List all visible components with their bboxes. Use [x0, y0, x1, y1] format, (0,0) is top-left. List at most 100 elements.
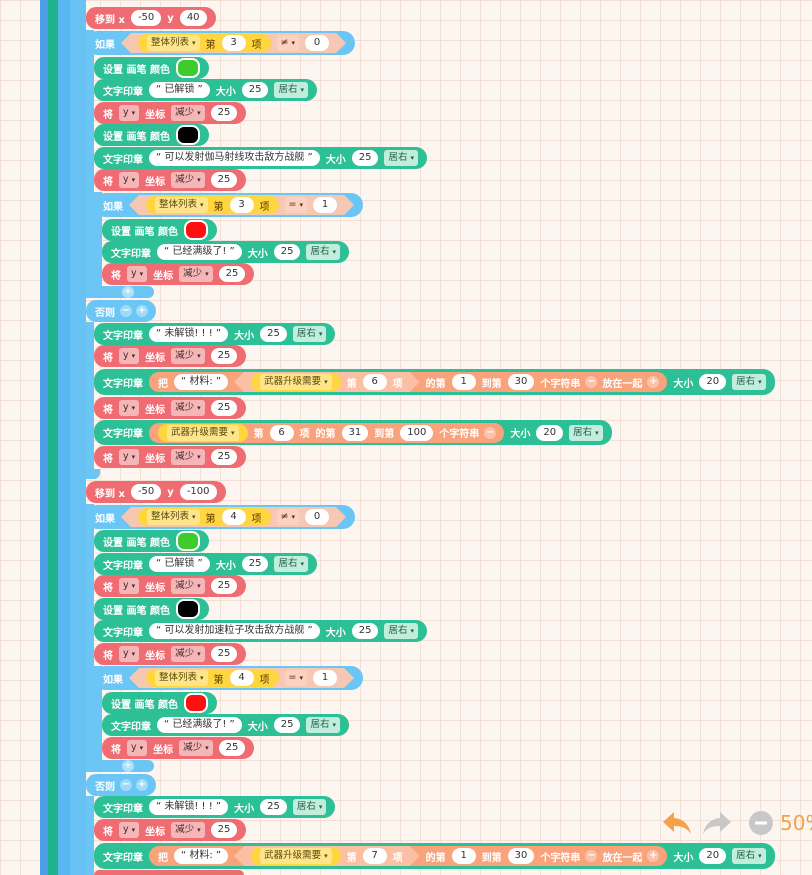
- change-coord-block[interactable]: 将 y ▾ 坐标 减少 ▾ 25: [94, 643, 247, 665]
- text-input[interactable]: “ 可以发射加速粒子攻击敌方战舰 ”: [149, 623, 320, 639]
- operator-dropdown[interactable]: = ▾: [285, 670, 307, 686]
- coord-dropdown[interactable]: y ▾: [119, 400, 140, 416]
- compare-neq[interactable]: 整体列表 ▾ 第 3 项 ≠ ▾ 0: [121, 33, 346, 53]
- size-input[interactable]: 25: [241, 556, 269, 572]
- size-input[interactable]: 25: [241, 82, 269, 98]
- index-input[interactable]: 6: [363, 374, 387, 390]
- operation-dropdown[interactable]: 减少 ▾: [171, 822, 205, 838]
- zoom-out-icon[interactable]: [748, 810, 774, 836]
- list-item-reporter[interactable]: 整体列表 ▾ 第 4 项: [138, 508, 271, 526]
- list-dropdown[interactable]: 整体列表 ▾: [155, 197, 208, 213]
- join-reporter[interactable]: 把 “ 材料: ” 武器升级需要 ▾ 第 7 项 的第 1 到第 30 个字符串 …: [149, 846, 668, 866]
- weapon-list-reporter[interactable]: 武器升级需要 ▾: [251, 847, 341, 865]
- align-dropdown[interactable]: 居右 ▾: [306, 717, 340, 733]
- text-stamp-block[interactable]: 文字印章 “ 未解锁! ! ! ” 大小 25 居右 ▾: [94, 323, 336, 345]
- amount-input[interactable]: 25: [210, 646, 238, 662]
- align-dropdown[interactable]: 居右 ▾: [292, 799, 327, 815]
- add-branch-button[interactable]: +: [122, 286, 134, 298]
- size-input[interactable]: 25: [351, 150, 379, 166]
- text-input[interactable]: “ 未解锁! ! ! ”: [149, 326, 229, 342]
- index-input[interactable]: 4: [230, 670, 254, 686]
- text-stamp-join-block[interactable]: 文字印章 把 “ 材料: ” 武器升级需要 ▾ 第 7 项 的第 1 到第 30 …: [94, 843, 775, 869]
- from-input[interactable]: 1: [451, 374, 476, 390]
- size-input[interactable]: 20: [699, 848, 727, 864]
- x-input[interactable]: -50: [130, 484, 162, 500]
- y-input[interactable]: -100: [179, 484, 217, 500]
- remove-arg-button[interactable]: −: [484, 426, 497, 439]
- coord-dropdown[interactable]: y ▾: [119, 449, 140, 465]
- index-input[interactable]: 3: [230, 197, 254, 213]
- y-input[interactable]: 40: [179, 10, 207, 26]
- set-pen-color-block[interactable]: 设置 画笔 颜色: [94, 57, 209, 79]
- text-stamp-block[interactable]: 文字印章 “ 已经满级了! ” 大小 25 居右 ▾: [102, 714, 349, 736]
- index-input[interactable]: 7: [363, 848, 387, 864]
- set-pen-color-block[interactable]: 设置 画笔 颜色: [102, 219, 217, 241]
- operation-dropdown[interactable]: 减少 ▾: [171, 646, 205, 662]
- align-dropdown[interactable]: 居右 ▾: [274, 82, 308, 98]
- size-input[interactable]: 20: [699, 374, 727, 390]
- align-dropdown[interactable]: 居右 ▾: [732, 374, 766, 390]
- remove-arg-button[interactable]: −: [585, 850, 598, 862]
- amount-input[interactable]: 25: [210, 172, 238, 188]
- text-input[interactable]: “ 未解锁! ! ! ”: [149, 799, 229, 815]
- amount-input[interactable]: 25: [210, 400, 238, 416]
- amount-input[interactable]: 25: [210, 578, 238, 594]
- size-input[interactable]: 25: [273, 717, 301, 733]
- text-stamp-substring-block[interactable]: 文字印章 武器升级需要 ▾ 第 6 项 的第 31 到第 100 个字符串 − 大…: [94, 420, 612, 445]
- index-input[interactable]: 6: [269, 424, 294, 441]
- size-input[interactable]: 25: [351, 623, 379, 639]
- align-dropdown[interactable]: 居右 ▾: [292, 326, 327, 342]
- change-coord-block[interactable]: 将 y ▾ 坐标 减少 ▾ 25: [102, 737, 255, 759]
- to-input[interactable]: 100: [400, 424, 434, 441]
- list-item-reporter[interactable]: 整体列表 ▾ 第 4 项: [146, 669, 279, 687]
- set-pen-color-block[interactable]: 设置 画笔 颜色: [94, 530, 209, 552]
- remove-branch-button[interactable]: −: [120, 305, 132, 317]
- text-input[interactable]: “ 已经满级了! ”: [157, 244, 242, 260]
- text-stamp-block[interactable]: 文字印章 “ 可以发射加速粒子攻击敌方战舰 ” 大小 25 居右 ▾: [94, 620, 427, 642]
- list-dropdown[interactable]: 整体列表 ▾: [147, 35, 200, 51]
- align-dropdown[interactable]: 居右 ▾: [384, 623, 418, 639]
- else-block[interactable]: 否则 − +: [86, 774, 156, 796]
- text-input[interactable]: “ 可以发射伽马射线攻击敌方战舰 ”: [149, 150, 320, 166]
- list-dropdown[interactable]: 武器升级需要 ▾: [167, 424, 239, 441]
- color-swatch-black[interactable]: [175, 125, 200, 145]
- amount-input[interactable]: 25: [210, 822, 238, 838]
- undo-icon[interactable]: [660, 808, 694, 838]
- color-swatch-green[interactable]: [175, 58, 200, 78]
- operator-dropdown[interactable]: ≠ ▾: [277, 509, 299, 525]
- amount-input[interactable]: 25: [218, 266, 246, 282]
- index-input[interactable]: 3: [222, 35, 246, 51]
- substring-reporter[interactable]: 武器升级需要 ▾ 第 6 项: [234, 372, 420, 392]
- add-arg-button[interactable]: +: [647, 850, 660, 862]
- add-branch-button[interactable]: +: [122, 760, 134, 772]
- from-input[interactable]: 1: [451, 848, 476, 864]
- list-dropdown[interactable]: 整体列表 ▾: [155, 670, 208, 686]
- coord-dropdown[interactable]: y ▾: [119, 822, 140, 838]
- set-pen-color-block[interactable]: 设置 画笔 颜色: [94, 598, 209, 620]
- align-dropdown[interactable]: 居右 ▾: [274, 556, 308, 572]
- list-dropdown[interactable]: 武器升级需要 ▾: [260, 374, 332, 390]
- remove-arg-button[interactable]: −: [585, 376, 598, 388]
- substring-reporter[interactable]: 武器升级需要 ▾ 第 7 项: [234, 846, 420, 866]
- if-block[interactable]: 如果 整体列表 ▾ 第 3 项 ≠ ▾ 0: [86, 31, 356, 55]
- size-input[interactable]: 20: [536, 424, 564, 441]
- move-to-block[interactable]: 移到 x -50 y -100: [86, 481, 226, 503]
- else-block[interactable]: 否则 − +: [86, 300, 156, 322]
- amount-input[interactable]: 25: [210, 105, 238, 121]
- operator-dropdown[interactable]: ≠ ▾: [277, 35, 299, 51]
- size-input[interactable]: 25: [260, 799, 287, 815]
- operation-dropdown[interactable]: 减少 ▾: [171, 105, 205, 121]
- add-branch-button[interactable]: +: [136, 779, 148, 791]
- add-arg-button[interactable]: +: [647, 376, 660, 388]
- color-swatch-green[interactable]: [175, 531, 200, 551]
- text-stamp-block[interactable]: 文字印章 “ 已经满级了! ” 大小 25 居右 ▾: [102, 241, 349, 263]
- align-dropdown[interactable]: 居右 ▾: [384, 150, 418, 166]
- text-stamp-block[interactable]: 文字印章 “ 未解锁! ! ! ” 大小 25 居右 ▾: [94, 796, 336, 818]
- operator-dropdown[interactable]: = ▾: [285, 197, 307, 213]
- operation-dropdown[interactable]: 减少 ▾: [179, 740, 213, 756]
- compare-value-input[interactable]: 1: [313, 670, 337, 686]
- change-coord-block[interactable]: 将 y ▾ 坐标 减少 ▾ 25: [102, 263, 255, 285]
- color-swatch-red[interactable]: [183, 693, 208, 713]
- coord-dropdown[interactable]: y ▾: [119, 105, 140, 121]
- operation-dropdown[interactable]: 减少 ▾: [171, 172, 205, 188]
